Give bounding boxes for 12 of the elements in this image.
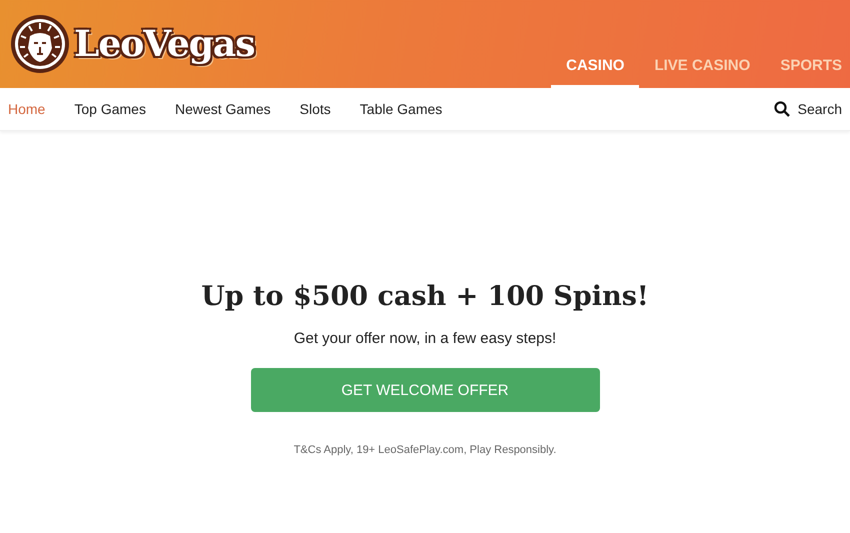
offer-headline: Up to $500 cash + 100 Spins! bbox=[201, 281, 649, 312]
nav-link[interactable]: Top Games bbox=[74, 101, 146, 117]
nav-link[interactable]: Table Games bbox=[360, 101, 442, 117]
lion-icon bbox=[10, 14, 70, 74]
nav-link[interactable]: Home bbox=[8, 101, 46, 117]
search-icon bbox=[774, 101, 790, 117]
terms-text: T&Cs Apply, 19+ LeoSafePlay.com, Play Responsibly. bbox=[294, 444, 556, 456]
search-label[interactable]: Search bbox=[798, 101, 842, 117]
nav-link[interactable]: Slots bbox=[300, 101, 331, 117]
search-button[interactable]: Search bbox=[774, 101, 850, 117]
offer-subtitle: Get your offer now, in a few easy steps! bbox=[294, 330, 556, 347]
nav-link[interactable]: Newest Games bbox=[174, 101, 271, 117]
